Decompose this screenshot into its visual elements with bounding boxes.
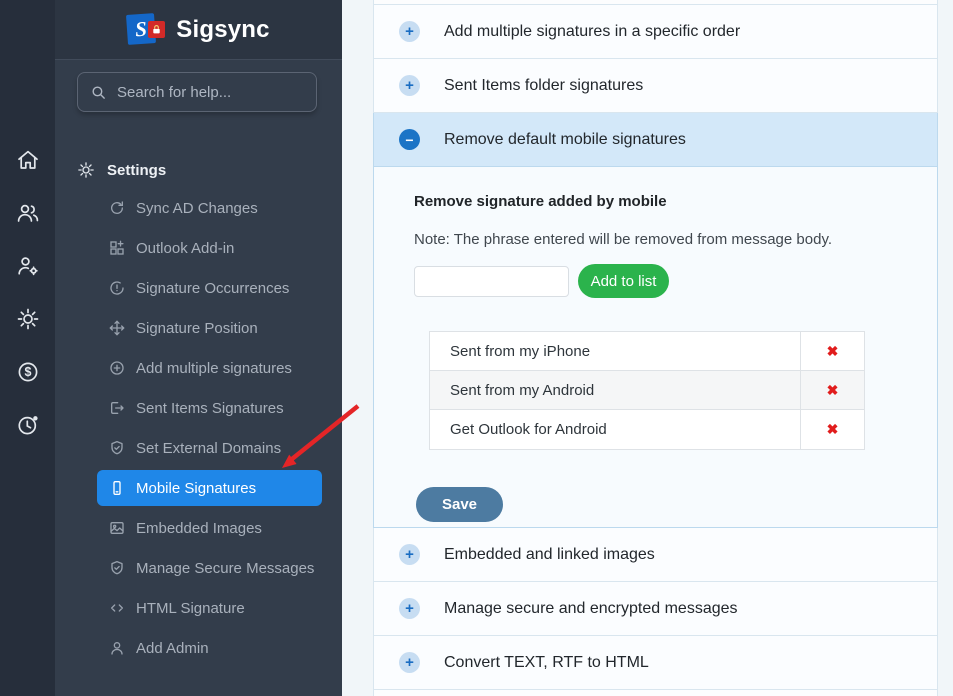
accordion-title: Add multiple signatures in a specific or… <box>444 23 740 41</box>
minus-icon: − <box>399 129 420 150</box>
main-content: + Add multiple signatures in a specific … <box>342 0 953 696</box>
history-icon[interactable] <box>16 413 40 437</box>
sidebar-item-label: Add multiple signatures <box>136 360 292 377</box>
settings-menu: Settings Sync AD Changes Outlook Add-in … <box>55 158 342 666</box>
accordion-convert-text-rtf[interactable]: + Convert TEXT, RTF to HTML <box>373 636 938 690</box>
accordion-add-multiple-order[interactable]: + Add multiple signatures in a specific … <box>373 5 938 59</box>
plus-icon: + <box>399 598 420 619</box>
mobile-icon <box>109 480 125 496</box>
addin-grid-icon <box>109 240 125 256</box>
panel-note: Note: The phrase entered will be removed… <box>414 231 937 248</box>
sidebar-item-label: Outlook Add-in <box>136 240 234 257</box>
accordion-title: Remove default mobile signatures <box>444 131 686 149</box>
search-input[interactable] <box>117 84 304 101</box>
sidebar-item-label: HTML Signature <box>136 600 245 617</box>
add-phrase-row: Add to list <box>414 264 937 298</box>
image-icon <box>109 520 125 536</box>
phrase-text: Sent from my Android <box>430 371 800 409</box>
user-settings-icon[interactable] <box>16 254 40 278</box>
help-search[interactable] <box>77 72 317 112</box>
mobile-signatures-panel: Remove signature added by mobile Note: T… <box>373 167 938 528</box>
sidebar-item-set-external-domains[interactable]: Set External Domains <box>97 430 322 466</box>
plus-icon: + <box>399 75 420 96</box>
shield-icon <box>109 560 125 576</box>
sidebar-header: S Sigsync <box>55 0 342 60</box>
accordion-title: Sent Items folder signatures <box>444 77 643 95</box>
sidebar-item-add-multiple-signatures[interactable]: Add multiple signatures <box>97 350 322 386</box>
sidebar-item-label: Set External Domains <box>136 440 281 457</box>
home-icon[interactable] <box>16 148 40 172</box>
sidebar-item-outlook-addin[interactable]: Outlook Add-in <box>97 230 322 266</box>
sidebar-item-label: Sync AD Changes <box>136 200 258 217</box>
settings-section-header[interactable]: Settings <box>55 158 342 182</box>
phrase-text: Sent from my iPhone <box>430 332 800 370</box>
sidebar-item-label: Signature Occurrences <box>136 280 289 297</box>
table-row: Sent from my iPhone ✖ <box>430 332 864 371</box>
sidebar-item-label: Sent Items Signatures <box>136 400 284 417</box>
plus-icon: + <box>399 652 420 673</box>
plus-icon: + <box>399 21 420 42</box>
sidebar-item-html-signature[interactable]: HTML Signature <box>97 590 322 626</box>
sent-items-icon <box>109 400 125 416</box>
sidebar-item-mobile-signatures[interactable]: Mobile Signatures <box>97 470 322 506</box>
accordion-sent-items-folder[interactable]: + Sent Items folder signatures <box>373 59 938 113</box>
accordion-embedded-linked-images[interactable]: + Embedded and linked images <box>373 528 938 582</box>
phrase-table: Sent from my iPhone ✖ Sent from my Andro… <box>429 331 865 450</box>
user-icon <box>109 640 125 656</box>
code-icon <box>109 600 125 616</box>
accordion-item-partial-bottom <box>373 690 938 696</box>
lock-icon <box>148 21 165 38</box>
sigsync-logo-icon: S <box>127 12 167 48</box>
delete-phrase-button[interactable]: ✖ <box>800 332 864 370</box>
icon-rail: $ <box>0 0 55 696</box>
sidebar-item-sent-items-signatures[interactable]: Sent Items Signatures <box>97 390 322 426</box>
accordion-remove-default-mobile[interactable]: − Remove default mobile signatures <box>373 113 938 167</box>
accordion-title: Convert TEXT, RTF to HTML <box>444 654 649 672</box>
occurrences-icon <box>109 280 125 296</box>
phrase-input[interactable] <box>414 266 569 297</box>
save-button[interactable]: Save <box>416 487 503 522</box>
sidebar-item-label: Signature Position <box>136 320 258 337</box>
sidebar-item-label: Add Admin <box>136 640 209 657</box>
table-row: Sent from my Android ✖ <box>430 371 864 410</box>
add-circle-icon <box>109 360 125 376</box>
sidebar-item-sync-ad-changes[interactable]: Sync AD Changes <box>97 190 322 226</box>
gear-icon[interactable] <box>16 307 40 331</box>
accordion-title: Manage secure and encrypted messages <box>444 600 738 618</box>
phrase-text: Get Outlook for Android <box>430 410 800 449</box>
settings-accordion: + Add multiple signatures in a specific … <box>373 0 938 696</box>
table-row: Get Outlook for Android ✖ <box>430 410 864 449</box>
app-window: $ S Sigsync Settings <box>0 0 953 696</box>
panel-heading: Remove signature added by mobile <box>414 193 937 210</box>
accordion-title: Embedded and linked images <box>444 546 655 564</box>
sidebar: S Sigsync Settings Sync AD Changes <box>55 0 342 696</box>
users-icon[interactable] <box>16 201 40 225</box>
billing-icon[interactable]: $ <box>16 360 40 384</box>
sidebar-item-manage-secure-messages[interactable]: Manage Secure Messages <box>97 550 322 586</box>
settings-label: Settings <box>107 162 166 179</box>
search-icon <box>90 84 107 101</box>
add-to-list-button[interactable]: Add to list <box>578 264 669 298</box>
sidebar-item-embedded-images[interactable]: Embedded Images <box>97 510 322 546</box>
brand-name: Sigsync <box>176 16 269 44</box>
sidebar-item-add-admin[interactable]: Add Admin <box>97 630 322 666</box>
gear-icon <box>77 161 95 179</box>
accordion-manage-secure-messages[interactable]: + Manage secure and encrypted messages <box>373 582 938 636</box>
sidebar-item-label: Manage Secure Messages <box>136 560 314 577</box>
sidebar-item-label: Mobile Signatures <box>136 480 256 497</box>
sync-icon <box>109 200 125 216</box>
plus-icon: + <box>399 544 420 565</box>
sidebar-item-signature-position[interactable]: Signature Position <box>97 310 322 346</box>
sidebar-item-label: Embedded Images <box>136 520 262 537</box>
shield-icon <box>109 440 125 456</box>
position-move-icon <box>109 320 125 336</box>
delete-phrase-button[interactable]: ✖ <box>800 371 864 409</box>
delete-phrase-button[interactable]: ✖ <box>800 410 864 449</box>
svg-text:$: $ <box>24 365 31 379</box>
sidebar-item-signature-occurrences[interactable]: Signature Occurrences <box>97 270 322 306</box>
